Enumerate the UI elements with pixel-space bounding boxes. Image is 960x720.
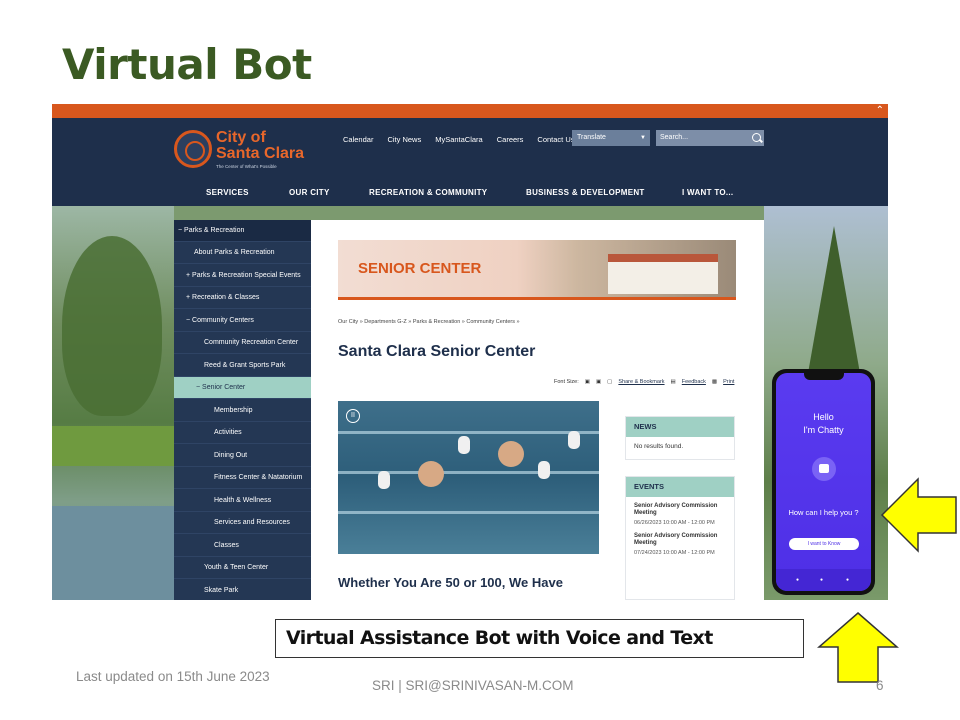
sidebar-item-community-recreation-center[interactable]: Community Recreation Center — [174, 332, 311, 354]
sidebar-item-skate-park[interactable]: Skate Park — [174, 580, 311, 600]
sidebar-item-youth-teen[interactable]: Youth & Teen Center — [174, 557, 311, 579]
top-link-mysantaclara[interactable]: MySantaClara — [435, 135, 483, 144]
page-number: 6 — [876, 678, 884, 693]
print-icon[interactable]: ▩ — [712, 379, 717, 385]
logo-tagline: The Center of What's Possible — [216, 164, 277, 169]
share-icon[interactable]: ▢ — [607, 379, 612, 385]
sidebar-item-about[interactable]: About Parks & Recreation — [174, 242, 311, 264]
i-want-to-know-button[interactable]: I want to Know — [789, 538, 859, 550]
chatbot-phone: Hello I'm Chatty How can I help you ? I … — [772, 369, 875, 595]
top-link-careers[interactable]: Careers — [497, 135, 524, 144]
events-heading: EVENTS — [626, 477, 734, 497]
search-icon[interactable] — [752, 133, 761, 142]
chatbot-screen: Hello I'm Chatty How can I help you ? I … — [776, 373, 871, 591]
website-screenshot: ⌃ City of Santa Clara The Center of What… — [52, 104, 888, 600]
event-title[interactable]: Senior Advisory Commission Meeting — [626, 497, 734, 517]
event-date: 07/24/2023 10:00 AM - 12:00 PM — [634, 550, 715, 556]
arrow-up-icon — [817, 612, 899, 683]
feedback-icon[interactable]: ▤ — [671, 379, 676, 385]
chevron-down-icon: ▼ — [640, 135, 646, 141]
news-heading: NEWS — [626, 417, 734, 437]
footer-author: SRI | SRI@SRINIVASAN-M.COM — [372, 678, 574, 693]
feedback-link[interactable]: Feedback — [682, 379, 706, 385]
sidebar-item-fitness[interactable]: Fitness Center & Natatorium — [174, 467, 311, 489]
event-date: 06/26/2023 10:00 AM - 12:00 PM — [634, 520, 715, 526]
font-size-label: Font Size: — [554, 379, 579, 385]
main-nav: SERVICES OUR CITY RECREATION & COMMUNITY… — [52, 188, 888, 204]
sidebar-item-community-centers[interactable]: − Community Centers — [174, 310, 311, 332]
nav-business-development[interactable]: BUSINESS & DEVELOPMENT — [526, 188, 645, 197]
font-decrease-icon[interactable]: ▣ — [585, 379, 590, 385]
breadcrumb[interactable]: Our City » Departments G-Z » Parks & Rec… — [338, 319, 520, 325]
banner-title: SENIOR CENTER — [358, 260, 482, 277]
news-panel: NEWS No results found. — [625, 416, 735, 460]
headline-text: Whether You Are 50 or 100, We Have — [338, 575, 563, 590]
sidebar-item-activities[interactable]: Activities — [174, 422, 311, 444]
page-title: Santa Clara Senior Center — [338, 343, 536, 360]
pool-photo: II — [338, 401, 599, 554]
event-title[interactable]: Senior Advisory Commission Meeting — [626, 527, 734, 547]
sidebar-item-senior-center[interactable]: − Senior Center — [174, 377, 311, 399]
news-empty: No results found. — [634, 443, 684, 450]
sidebar-item-dining-out[interactable]: Dining Out — [174, 445, 311, 467]
sidebar-item-recreation-classes[interactable]: + Recreation & Classes — [174, 287, 311, 309]
city-logo[interactable]: City of Santa Clara The Center of What's… — [174, 128, 304, 180]
microphone-icon[interactable]: ● — [820, 577, 823, 583]
page-tools: Font Size: ▣ ▣ ▢ Share & Bookmark ▤ Feedba… — [554, 379, 734, 385]
slide-title: Virtual Bot — [62, 40, 312, 89]
translate-select[interactable]: Translate ▼ — [572, 130, 650, 146]
logo-line-1: City of — [216, 129, 266, 146]
search-input[interactable]: Search... — [656, 130, 764, 146]
chatbot-tabbar: ● ● ● — [776, 569, 871, 591]
translate-label: Translate — [577, 134, 606, 141]
sidebar-item-parks-recreation[interactable]: − Parks & Recreation — [174, 220, 311, 242]
print-link[interactable]: Print — [723, 379, 734, 385]
sidebar-item-membership[interactable]: Membership — [174, 400, 311, 422]
collapse-icon[interactable]: ⌃ — [876, 104, 884, 118]
top-link-city-news[interactable]: City News — [387, 135, 421, 144]
building-image — [608, 254, 718, 294]
sidebar-item-health[interactable]: Health & Wellness — [174, 490, 311, 512]
arrow-left-icon — [880, 477, 957, 553]
chatbot-prompt: How can I help you ? — [788, 508, 859, 517]
senior-center-banner: SENIOR CENTER — [338, 240, 736, 300]
nav-recreation-community[interactable]: RECREATION & COMMUNITY — [369, 188, 487, 197]
font-increase-icon[interactable]: ▣ — [596, 379, 601, 385]
sidebar-item-classes[interactable]: Classes — [174, 535, 311, 557]
chat-icon[interactable]: ● — [846, 577, 849, 583]
sidebar-item-reed-grant[interactable]: Reed & Grant Sports Park — [174, 355, 311, 377]
search-placeholder: Search... — [660, 134, 689, 141]
nav-i-want-to[interactable]: I WANT TO... — [682, 188, 733, 197]
sidebar-item-special-events[interactable]: + Parks & Recreation Special Events — [174, 265, 311, 287]
share-link[interactable]: Share & Bookmark — [618, 379, 664, 385]
city-seal-icon — [174, 130, 212, 168]
sidebar-nav: − Parks & Recreation About Parks & Recre… — [174, 220, 311, 600]
pause-icon[interactable]: II — [346, 409, 360, 423]
page-content: SENIOR CENTER Our City » Departments G-Z… — [311, 220, 764, 600]
footer-updated: Last updated on 15th June 2023 — [76, 669, 270, 684]
top-link-contact-us[interactable]: Contact Us — [537, 135, 574, 144]
top-link-calendar[interactable]: Calendar — [343, 135, 373, 144]
top-strip: ⌃ — [52, 104, 888, 118]
events-panel: EVENTS Senior Advisory Commission Meetin… — [625, 476, 735, 600]
slide-caption: Virtual Assistance Bot with Voice and Te… — [275, 619, 804, 658]
nav-services[interactable]: SERVICES — [206, 188, 249, 197]
chatbot-greeting: Hello I'm Chatty — [803, 412, 844, 435]
home-icon[interactable]: ● — [796, 577, 799, 583]
logo-line-2: Santa Clara — [216, 145, 305, 162]
top-links: Calendar City News MySantaClara Careers … — [343, 135, 575, 144]
robot-icon — [812, 457, 836, 481]
site-header: City of Santa Clara The Center of What's… — [52, 118, 888, 206]
sidebar-item-services[interactable]: Services and Resources — [174, 512, 311, 534]
nav-our-city[interactable]: OUR CITY — [289, 188, 330, 197]
background-photo-left — [52, 206, 174, 600]
